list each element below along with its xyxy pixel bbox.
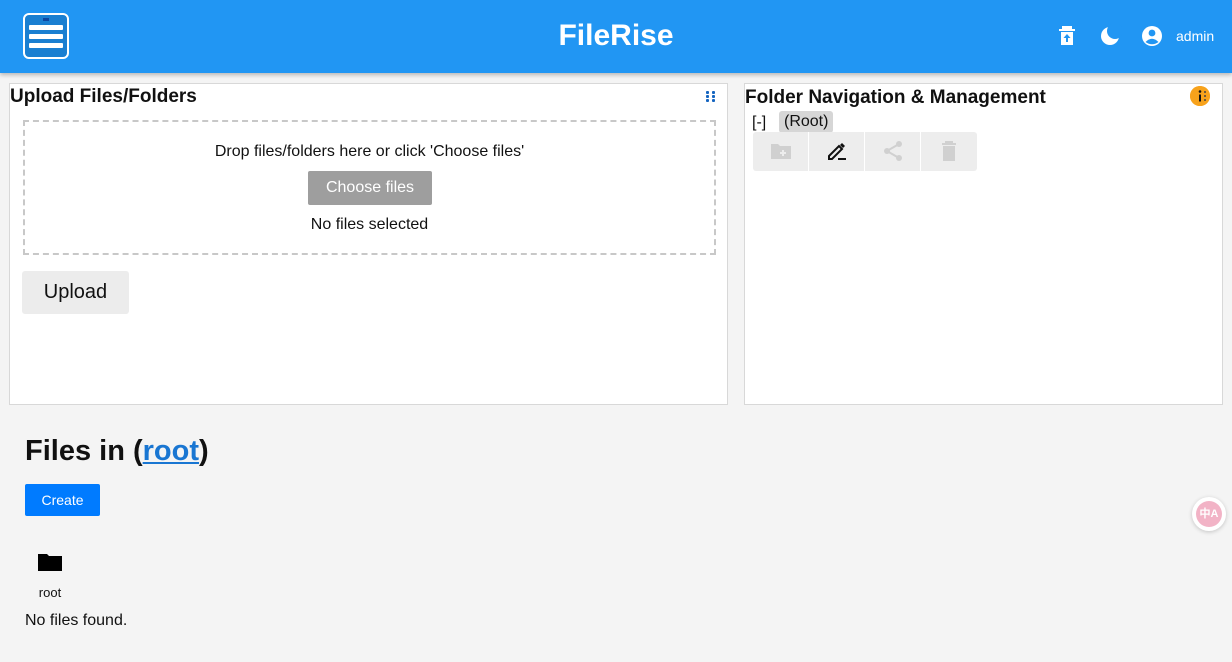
share-folder-icon[interactable]	[865, 132, 920, 171]
file-drop-zone[interactable]: Drop files/folders here or click 'Choose…	[23, 120, 716, 255]
translate-glyph: 中A	[1196, 501, 1222, 527]
folder-nav-card: Folder Navigation & Management [-] (Root…	[744, 83, 1223, 405]
folder-icon	[38, 554, 62, 571]
files-heading-prefix: Files in (	[25, 435, 143, 467]
menu-logo-icon[interactable]	[23, 13, 69, 59]
restore-trash-icon[interactable]	[1056, 24, 1080, 48]
translate-icon[interactable]: 中A	[1192, 497, 1226, 531]
account-circle-icon[interactable]	[1140, 24, 1164, 48]
folder-nav-card-title: Folder Navigation & Management	[745, 87, 1046, 108]
folder-action-bar	[753, 132, 977, 171]
help-info-icon[interactable]	[1190, 86, 1210, 106]
app-title: FileRise	[558, 19, 674, 52]
upload-card-title: Upload Files/Folders	[10, 86, 197, 107]
drop-instructions: Drop files/folders here or click 'Choose…	[214, 143, 525, 160]
rename-folder-icon[interactable]	[809, 132, 864, 171]
tree-root-folder[interactable]: (Root)	[779, 111, 834, 133]
files-heading-suffix: )	[199, 435, 209, 467]
dark-mode-moon-icon[interactable]	[1098, 23, 1123, 48]
delete-folder-icon[interactable]	[921, 132, 976, 171]
selected-files-status: No files selected	[310, 216, 429, 233]
upload-button[interactable]: Upload	[22, 271, 129, 314]
drag-handle-icon[interactable]	[706, 91, 718, 103]
empty-files-message: No files found.	[25, 612, 128, 629]
files-heading: Files in (root)	[25, 435, 209, 468]
create-folder-icon[interactable]	[753, 132, 808, 171]
choose-files-button[interactable]: Choose files	[308, 171, 432, 205]
root-breadcrumb-link[interactable]: root	[143, 435, 199, 467]
root-folder-label: root	[38, 585, 62, 600]
create-button[interactable]: Create	[25, 484, 100, 516]
app-header: FileRise admin	[0, 0, 1232, 73]
tree-collapse-toggle[interactable]: [-]	[752, 114, 766, 132]
username-label[interactable]: admin	[1176, 28, 1214, 44]
upload-card: Upload Files/Folders Drop files/folders …	[9, 83, 728, 405]
